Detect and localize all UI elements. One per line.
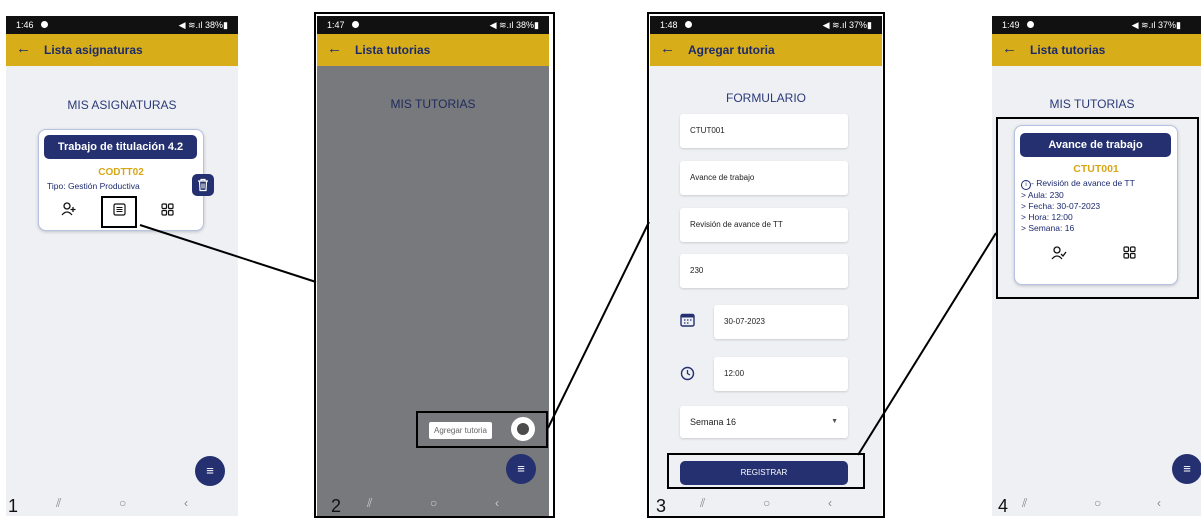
status-signal: ◀ ≋.ıl 37%▮ [1131,20,1181,30]
page-heading: MIS TUTORIAS [1049,97,1135,111]
screen-1-frame [6,16,238,516]
notification-icon [1027,21,1034,28]
screen-number: 1 [8,496,19,516]
menu-fab[interactable]: ≡ [1172,454,1201,484]
home-icon[interactable]: ○ [1094,496,1101,510]
back-arrow-icon[interactable]: ← [1002,40,1017,57]
add-button-highlight [416,411,548,448]
connector-2-3 [547,221,650,429]
status-time: 1:49 [1002,20,1020,30]
status-bar: 1:49 ◀ ≋.ıl 37%▮ [992,16,1201,34]
register-highlight [667,453,865,489]
card-highlight [996,117,1199,299]
back-nav-icon[interactable]: ‹ [1157,496,1161,510]
nav-bar: ⫽ ○ ‹ [992,490,1201,516]
app-bar: ← Lista tutorias [992,34,1201,66]
screen-number: 3 [656,496,667,516]
screen-number: 4 [998,496,1009,516]
screen-3-frame [647,12,885,518]
app-bar-title: Lista tutorias [1030,43,1106,57]
recent-apps-icon[interactable]: ⫽ [1022,496,1027,511]
screen-number: 2 [331,496,342,516]
